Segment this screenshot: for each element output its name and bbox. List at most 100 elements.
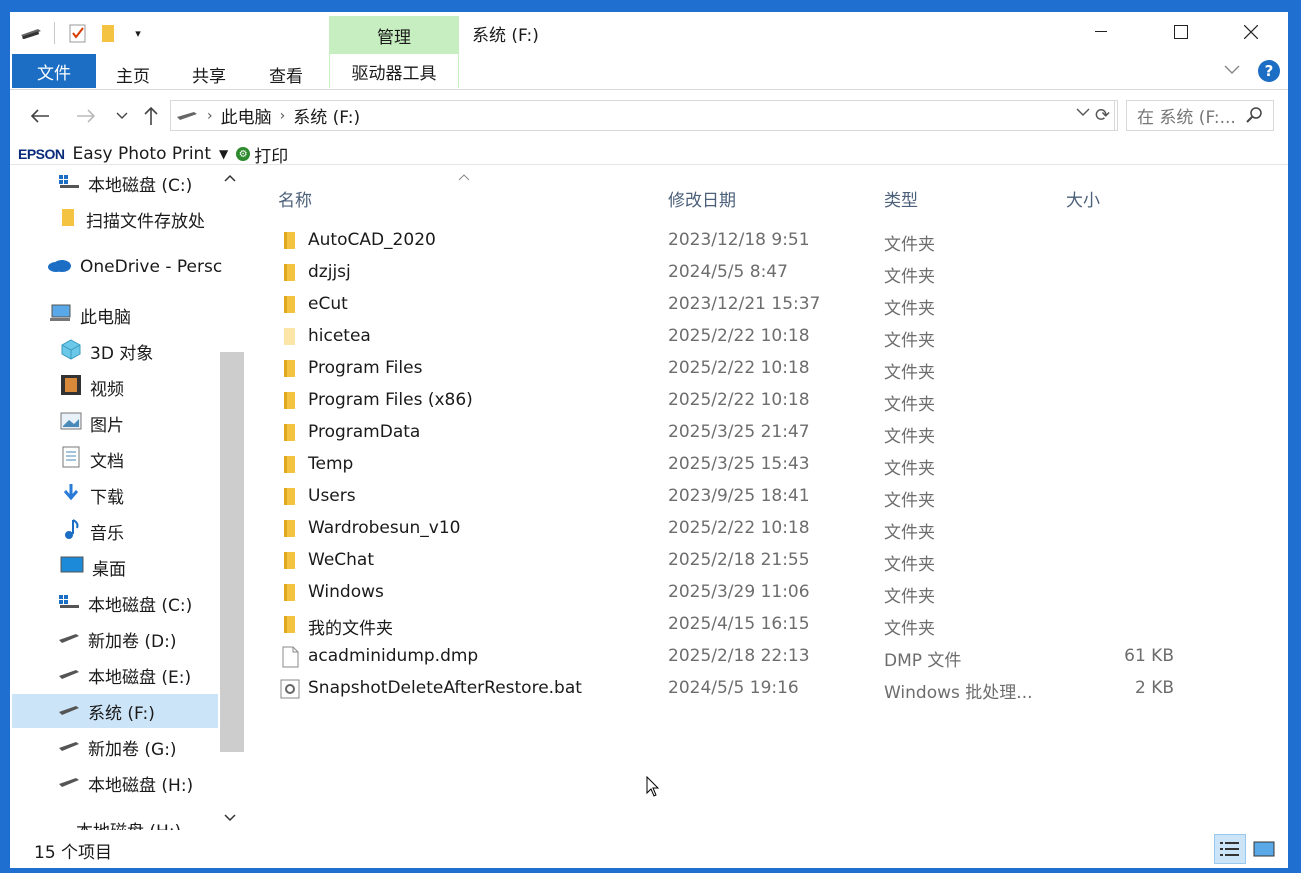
sidebar-item-new-volume-d[interactable]: 新加卷 (D:): [58, 622, 177, 656]
print-icon[interactable]: ⚙: [236, 147, 251, 161]
breadcrumb-drive-f[interactable]: 系统 (F:): [293, 103, 360, 128]
sidebar-item-local-disk-e[interactable]: 本地磁盘 (E:): [58, 658, 191, 692]
epson-dropdown-icon[interactable]: ▼: [219, 147, 228, 161]
file-name: hicetea: [308, 326, 371, 346]
file-type: 文件夹: [884, 427, 935, 447]
recent-locations-icon[interactable]: [108, 102, 136, 130]
expand-ribbon-icon[interactable]: [1224, 63, 1240, 79]
documents-icon: [60, 446, 82, 473]
table-row[interactable]: Temp 2025/3/25 15:43 文件夹: [268, 448, 1228, 480]
up-arrow-icon[interactable]: [137, 102, 165, 130]
file-type: 文件夹: [884, 235, 935, 255]
sidebar-item-label: 扫描文件存放处: [86, 211, 205, 232]
navigation-pane: 本地磁盘 (C:) 扫描文件存放处 OneDrive - Persc 此电脑 3…: [10, 166, 246, 830]
scroll-up-icon[interactable]: [224, 170, 236, 186]
help-icon[interactable]: ?: [1258, 60, 1280, 82]
table-row[interactable]: Program Files 2025/2/22 10:18 文件夹: [268, 352, 1228, 384]
sidebar-item-local-disk-h-2[interactable]: 本地磁盘 (H:): [76, 812, 181, 831]
file-name: Users: [308, 486, 356, 506]
sidebar-item-label: 音乐: [90, 523, 124, 544]
sidebar-item-scan-folder[interactable]: 扫描文件存放处: [58, 202, 205, 236]
sidebar-item-local-disk-c[interactable]: 本地磁盘 (C:): [58, 166, 192, 200]
tab-drive-tools[interactable]: 驱动器工具: [329, 54, 459, 88]
folder-icon: [280, 358, 300, 378]
sidebar-item-system-f[interactable]: 系统 (F:): [12, 694, 218, 728]
scroll-down-icon[interactable]: [224, 810, 236, 826]
column-header-size[interactable]: 大小: [1066, 186, 1100, 211]
table-row[interactable]: ProgramData 2025/3/25 21:47 文件夹: [268, 416, 1228, 448]
table-row[interactable]: SnapshotDeleteAfterRestore.bat 2024/5/5 1…: [268, 672, 1228, 704]
sidebar-item-onedrive[interactable]: OneDrive - Persc: [46, 250, 222, 284]
drive-icon[interactable]: [18, 20, 44, 46]
table-row[interactable]: Wardrobesun_v10 2025/2/22 10:18 文件夹: [268, 512, 1228, 544]
drive-icon: [58, 773, 80, 793]
table-row[interactable]: AutoCAD_2020 2023/12/18 9:51 文件夹: [268, 224, 1228, 256]
table-row[interactable]: 我的文件夹 2025/4/15 16:15 文件夹: [268, 608, 1228, 640]
table-row[interactable]: eCut 2023/12/21 15:37 文件夹: [268, 288, 1228, 320]
sidebar-scrollbar-thumb[interactable]: [220, 352, 244, 752]
tab-home[interactable]: 主页: [116, 62, 150, 87]
table-row[interactable]: Windows 2025/3/29 11:06 文件夹: [268, 576, 1228, 608]
sidebar-item-this-pc[interactable]: 此电脑: [48, 298, 131, 332]
print-button[interactable]: 打印: [254, 142, 288, 167]
table-row[interactable]: Users 2023/9/25 18:41 文件夹: [268, 480, 1228, 512]
refresh-icon[interactable]: ⟳: [1088, 100, 1118, 131]
table-row[interactable]: dzjjsj 2024/5/5 8:47 文件夹: [268, 256, 1228, 288]
file-name: SnapshotDeleteAfterRestore.bat: [308, 678, 582, 698]
minimize-button[interactable]: [1066, 12, 1136, 52]
forward-arrow-icon[interactable]: [72, 102, 100, 130]
back-arrow-icon[interactable]: [26, 102, 54, 130]
column-header-type[interactable]: 类型: [884, 186, 918, 211]
search-icon[interactable]: [1245, 106, 1263, 129]
video-icon: [60, 374, 82, 401]
tab-manage[interactable]: 管理: [329, 16, 459, 54]
sidebar-item-desktop[interactable]: 桌面: [60, 550, 126, 584]
address-bar[interactable]: › 此电脑 › 系统 (F:): [170, 100, 1115, 131]
breadcrumb-this-pc[interactable]: 此电脑: [221, 103, 272, 128]
customize-qat-icon[interactable]: ▾: [125, 20, 151, 46]
search-input[interactable]: 在 系统 (F:...: [1126, 100, 1274, 131]
file-date: 2025/2/22 10:18: [668, 326, 810, 346]
sidebar-item-label: 系统 (F:): [88, 703, 155, 724]
table-row[interactable]: Program Files (x86) 2025/2/22 10:18 文件夹: [268, 384, 1228, 416]
file-type: 文件夹: [884, 523, 935, 543]
sidebar-item-local-disk-c-2[interactable]: 本地磁盘 (C:): [58, 586, 192, 620]
close-button[interactable]: [1216, 12, 1286, 52]
sidebar-item-label: OneDrive - Persc: [80, 257, 223, 277]
tab-share[interactable]: 共享: [192, 62, 226, 87]
tab-file[interactable]: 文件: [12, 54, 96, 88]
large-icons-view-icon[interactable]: [1248, 834, 1280, 864]
column-header-date[interactable]: 修改日期: [668, 186, 736, 211]
sidebar-item-local-disk-h[interactable]: 本地磁盘 (H:): [58, 766, 193, 800]
column-header-name[interactable]: 名称: [278, 186, 312, 211]
new-folder-icon[interactable]: [95, 20, 121, 46]
sidebar-item-3d-objects[interactable]: 3D 对象: [60, 334, 153, 368]
folder-icon: [280, 518, 300, 538]
file-type: 文件夹: [884, 331, 935, 351]
computer-icon: [48, 303, 72, 328]
easy-photo-print-button[interactable]: Easy Photo Print: [73, 144, 211, 164]
sidebar-item-music[interactable]: 音乐: [60, 514, 124, 548]
drive-icon: [175, 106, 199, 126]
sidebar-item-new-volume-g[interactable]: 新加卷 (G:): [58, 730, 177, 764]
sidebar-item-videos[interactable]: 视频: [60, 370, 124, 404]
qat-separator: [54, 22, 55, 44]
properties-icon[interactable]: [65, 20, 91, 46]
tab-view[interactable]: 查看: [269, 62, 303, 87]
sidebar-item-documents[interactable]: 文档: [60, 442, 124, 476]
table-row[interactable]: hicetea 2025/2/22 10:18 文件夹: [268, 320, 1228, 352]
table-row[interactable]: WeChat 2025/2/18 21:55 文件夹: [268, 544, 1228, 576]
table-row[interactable]: acadminidump.dmp 2025/2/18 22:13 DMP 文件 61 …: [268, 640, 1228, 672]
search-placeholder: 在 系统 (F:...: [1137, 108, 1236, 128]
maximize-button[interactable]: [1146, 12, 1216, 52]
file-name: Temp: [308, 454, 354, 474]
file-date: 2023/12/18 9:51: [668, 230, 810, 250]
file-date: 2025/2/18 21:55: [668, 550, 810, 570]
file-name: Windows: [308, 582, 384, 602]
sidebar-item-pictures[interactable]: 图片: [60, 406, 124, 440]
sidebar-item-downloads[interactable]: 下载: [60, 478, 124, 512]
drive-icon: [58, 665, 80, 685]
file-name: Wardrobesun_v10: [308, 518, 461, 538]
details-view-icon[interactable]: [1214, 834, 1246, 864]
window-title: 系统 (F:): [472, 26, 539, 46]
